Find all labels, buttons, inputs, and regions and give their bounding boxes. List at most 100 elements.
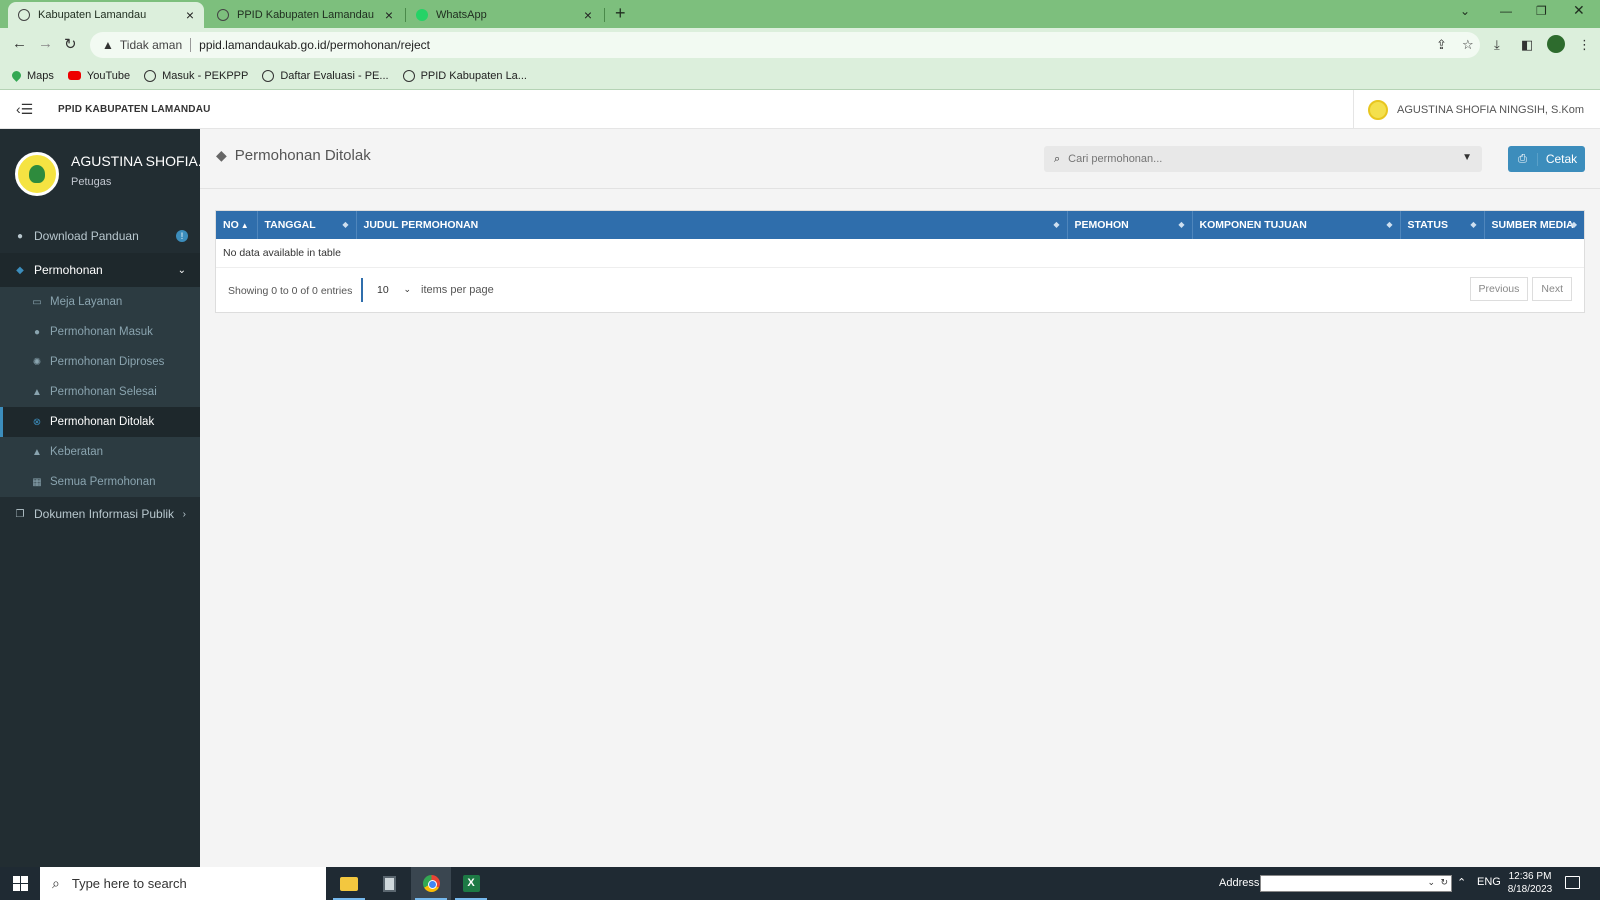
bookmark-item[interactable]: YouTube <box>67 70 130 82</box>
chevron-down-icon: ⌄ <box>177 264 186 276</box>
column-header-sumber-media[interactable]: SUMBER MEDIA ◆ <box>1484 211 1584 239</box>
warning-icon: ▲ <box>32 446 42 458</box>
tab-separator <box>604 8 605 22</box>
sidebar-profile: AGUSTINA SHOFIA... Petugas <box>0 129 209 219</box>
close-tab-icon[interactable]: × <box>186 7 194 23</box>
bookmarks-bar: Maps YouTube Masuk - PEKPPP Daftar Evalu… <box>0 62 1600 90</box>
notification-icon[interactable] <box>1565 876 1580 889</box>
download-icon[interactable]: ⤓ <box>1494 37 1500 53</box>
file-explorer-app[interactable] <box>329 867 369 900</box>
sidebar-item-permohonan-ditolak[interactable]: ⊗ Permohonan Ditolak <box>0 407 200 437</box>
close-window-icon[interactable]: ✕ <box>1573 2 1585 19</box>
tab-search-icon[interactable]: ⌄ <box>1460 4 1470 18</box>
close-tab-icon[interactable]: × <box>385 7 393 23</box>
sidebar-item-download-panduan[interactable]: ● Download Panduan ! <box>0 219 200 253</box>
next-page-button[interactable]: Next <box>1532 277 1572 301</box>
pagination: Previous Next <box>1466 277 1572 301</box>
browser-tab[interactable]: Kabupaten Lamandau × <box>8 2 204 28</box>
chevron-right-icon: › <box>182 508 186 520</box>
filter-icon[interactable]: ▼ <box>1462 152 1472 163</box>
empty-table-message: No data available in table <box>216 239 1584 268</box>
per-page-select[interactable]: 10 ⌄ <box>361 278 415 302</box>
chrome-app[interactable] <box>411 867 451 900</box>
maps-pin-icon <box>10 69 23 82</box>
windows-start-icon[interactable] <box>13 876 28 891</box>
bookmark-item[interactable]: Daftar Evaluasi - PE... <box>262 69 389 82</box>
page-title-text: Permohonan Ditolak <box>234 147 371 164</box>
system-clock[interactable]: 12:36 PM 8/18/2023 <box>1505 870 1555 896</box>
calculator-icon <box>382 875 396 892</box>
back-icon[interactable]: ← <box>12 35 27 52</box>
column-header-tanggal[interactable]: TANGGAL ◆ <box>257 211 357 239</box>
security-label: Tidak aman <box>119 38 183 52</box>
share-icon[interactable]: ⇪ <box>1436 37 1447 53</box>
browser-tab[interactable]: PPID Kabupaten Lamandau × <box>207 2 403 28</box>
column-header-no[interactable]: NO ▲ <box>216 211 258 239</box>
menu-kebab-icon[interactable]: ⋮ <box>1578 37 1591 53</box>
minimize-icon[interactable]: — <box>1500 4 1512 18</box>
sidebar-toggle-icon[interactable]: ‹☰ <box>16 101 33 118</box>
browser-tab-strip: Kabupaten Lamandau × PPID Kabupaten Lama… <box>0 0 1600 28</box>
taskbar-search[interactable]: ⌕ Type here to search <box>40 867 326 900</box>
column-header-komponen[interactable]: KOMPONEN TUJUAN ◆ <box>1192 211 1401 239</box>
sidebar-item-label: Permohonan Masuk <box>50 326 153 338</box>
refresh-icon[interactable]: ↻ <box>1440 877 1448 888</box>
profile-avatar-icon[interactable] <box>1547 35 1565 53</box>
sidebar-item-permohonan[interactable]: ◆ Permohonan ⌄ <box>0 253 200 287</box>
user-menu[interactable]: AGUSTINA SHOFIA NINGSIH, S.Kom <box>1353 90 1584 129</box>
browser-tab[interactable]: WhatsApp × <box>406 2 602 28</box>
column-header-status[interactable]: STATUS ◆ <box>1400 211 1485 239</box>
close-tab-icon[interactable]: × <box>584 7 592 23</box>
sidebar-item-permohonan-diproses[interactable]: ✺ Permohonan Diproses <box>0 347 200 377</box>
new-tab-icon[interactable]: + <box>615 3 626 24</box>
column-header-label: JUDUL PERMOHONAN <box>363 219 479 231</box>
permohonan-submenu: ▭ Meja Layanan ● Permohonan Masuk ✺ Perm… <box>0 287 200 497</box>
browser-toolbar: ← → ↻ ▲ Tidak aman ppid.lamandaukab.go.i… <box>0 28 1600 62</box>
sort-icon: ◆ <box>1470 220 1477 229</box>
calculator-app[interactable] <box>369 867 409 900</box>
column-header-judul[interactable]: JUDUL PERMOHONAN ◆ <box>356 211 1068 239</box>
sidebar-item-label: Dokumen Informasi Publik <box>34 507 175 521</box>
tray-chevron-up-icon[interactable]: ⌃ <box>1457 876 1466 889</box>
bookmark-item[interactable]: PPID Kabupaten La... <box>402 69 527 82</box>
address-toolbar-input[interactable]: ⌄ ↻ <box>1260 875 1452 892</box>
page-title: ◆ Permohonan Ditolak <box>216 147 371 164</box>
sidebar-item-dokumen-informasi-publik[interactable]: ❐ Dokumen Informasi Publik › <box>0 497 200 531</box>
sort-icon: ◆ <box>1570 220 1577 229</box>
sidebar-item-label: Permohonan Diproses <box>50 356 165 368</box>
sidebar-item-label: Permohonan <box>34 263 103 277</box>
sidebar-item-label: Semua Permohonan <box>50 476 156 488</box>
address-bar[interactable]: ▲ Tidak aman ppid.lamandaukab.go.id/perm… <box>90 32 1480 58</box>
profile-name: AGUSTINA SHOFIA... <box>71 153 210 169</box>
comment-icon: ● <box>33 326 41 338</box>
print-button-label: Cetak <box>1545 152 1578 166</box>
reload-icon[interactable]: ↻ <box>64 35 77 53</box>
sidebar-item-meja-layanan[interactable]: ▭ Meja Layanan <box>0 287 200 317</box>
sidebar-item-permohonan-selesai[interactable]: ▲ Permohonan Selesai <box>0 377 200 407</box>
side-panel-icon[interactable]: ◧ <box>1521 37 1533 53</box>
bookmark-star-icon[interactable]: ☆ <box>1462 37 1474 53</box>
previous-page-button[interactable]: Previous <box>1469 277 1529 301</box>
bookmark-item[interactable]: Masuk - PEKPPP <box>144 69 248 82</box>
table-panel: NO ▲ TANGGAL ◆ JUDUL PERMOHONAN ◆ PEMOHON ◆ … <box>215 210 1585 313</box>
sidebar-item-label: Keberatan <box>50 446 104 458</box>
bookmark-label: Maps <box>27 69 54 82</box>
folder-icon <box>340 876 358 891</box>
language-indicator[interactable]: ENG <box>1477 876 1501 888</box>
column-header-pemohon[interactable]: PEMOHON ◆ <box>1067 211 1193 239</box>
sidebar-item-label: Meja Layanan <box>50 296 123 308</box>
tab-title: WhatsApp <box>436 9 487 21</box>
forward-icon[interactable]: → <box>38 35 53 52</box>
search-input[interactable] <box>1068 153 1449 165</box>
sidebar-item-semua-permohonan[interactable]: ▦ Semua Permohonan <box>0 467 200 497</box>
excel-app[interactable]: X <box>451 867 491 900</box>
bookmark-item[interactable]: Maps <box>10 69 54 82</box>
sort-icon: ◆ <box>1053 220 1060 229</box>
sidebar-item-keberatan[interactable]: ▲ Keberatan <box>0 437 200 467</box>
sidebar-item-label: Download Panduan <box>34 229 139 243</box>
print-button[interactable]: ⎙ Cetak <box>1508 146 1585 172</box>
chevron-down-icon[interactable]: ⌄ <box>1427 877 1435 888</box>
sidebar-item-permohonan-masuk[interactable]: ● Permohonan Masuk <box>0 317 200 347</box>
restore-icon[interactable]: ❐ <box>1536 4 1547 18</box>
tab-title: PPID Kabupaten Lamandau <box>237 9 374 21</box>
